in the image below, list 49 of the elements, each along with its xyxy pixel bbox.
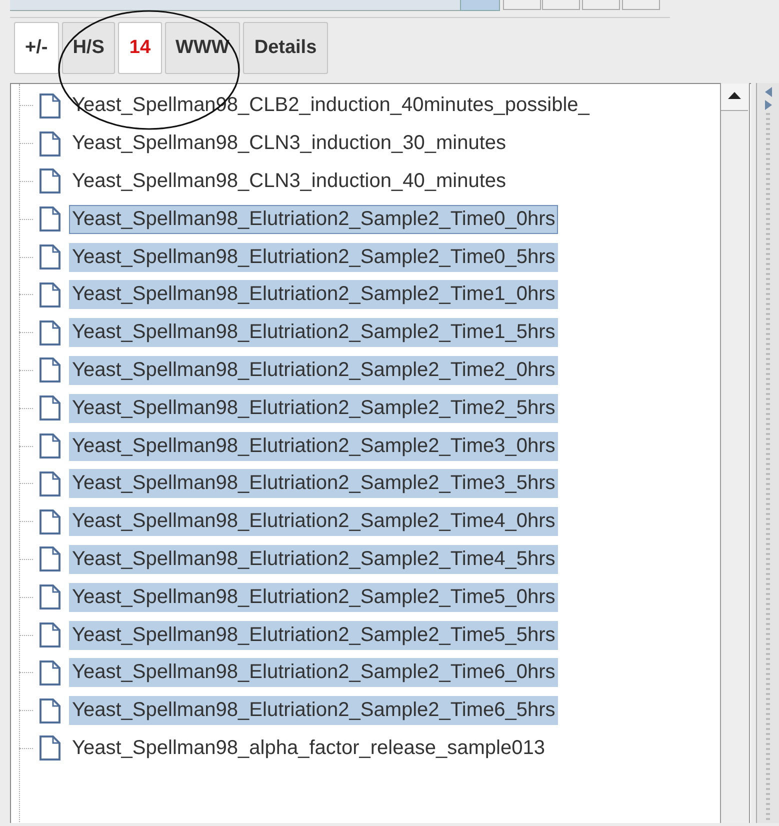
document-icon xyxy=(39,357,61,384)
toolbar-button[interactable]: WWW xyxy=(164,22,240,74)
tree-item[interactable]: Yeast_Spellman98_Elutriation2_Sample2_Time3_0hrs xyxy=(69,432,558,461)
tree-item[interactable]: Yeast_Spellman98_Elutriation2_Sample2_Time3_5hrs xyxy=(69,469,558,498)
document-icon xyxy=(39,282,61,308)
toolbar-button[interactable]: +/- xyxy=(14,22,59,74)
tree-item[interactable]: Yeast_Spellman98_CLN3_induction_40_minutes xyxy=(69,166,510,196)
tree-item[interactable]: Yeast_Spellman98_Elutriation2_Sample2_Time5_5hrs xyxy=(69,620,558,650)
document-icon xyxy=(39,470,61,497)
document-icon xyxy=(39,244,61,270)
document-icon xyxy=(39,168,61,194)
toolbar-button[interactable] xyxy=(622,0,660,10)
tree-item[interactable]: Yeast_Spellman98_Elutriation2_Sample2_Time4_0hrs xyxy=(69,507,558,536)
document-icon xyxy=(39,433,61,460)
splitter[interactable] xyxy=(756,83,779,823)
document-icon xyxy=(39,660,61,686)
splitter-arrows-icon[interactable] xyxy=(762,86,774,112)
toolbar-button[interactable] xyxy=(503,0,541,10)
toolbar-button[interactable] xyxy=(582,0,620,10)
document-icon xyxy=(39,92,61,119)
document-icon xyxy=(39,206,61,232)
tree-item[interactable]: Yeast_Spellman98_CLN3_induction_30_minutes xyxy=(69,129,510,158)
vertical-scrollbar[interactable] xyxy=(720,83,750,823)
scroll-thumb[interactable] xyxy=(460,0,500,11)
tree-item[interactable]: Yeast_Spellman98_Elutriation2_Sample2_Time0_5hrs xyxy=(69,242,558,272)
toolbar-button[interactable] xyxy=(542,0,580,10)
tree-item[interactable]: Yeast_Spellman98_alpha_factor_release_sample013 xyxy=(69,734,548,763)
document-icon xyxy=(39,395,61,422)
document-icon xyxy=(39,735,61,762)
tree-item[interactable]: Yeast_Spellman98_Elutriation2_Sample2_Time5_0hrs xyxy=(69,582,558,612)
splitter-grip[interactable] xyxy=(766,113,770,823)
document-icon xyxy=(39,508,61,535)
tree-item[interactable]: Yeast_Spellman98_Elutriation2_Sample2_Time4_5hrs xyxy=(69,544,558,574)
toolbar-button[interactable]: 14 xyxy=(118,22,162,74)
tree-item[interactable]: Yeast_Spellman98_Elutriation2_Sample2_Time6_5hrs xyxy=(69,696,558,726)
tree-item[interactable]: Yeast_Spellman98_Elutriation2_Sample2_Time1_0hrs xyxy=(69,280,558,310)
document-icon xyxy=(39,130,61,157)
toolbar-button[interactable]: Details xyxy=(243,22,328,74)
tree-item[interactable]: Yeast_Spellman98_Elutriation2_Sample2_Time2_5hrs xyxy=(69,394,558,423)
document-icon xyxy=(39,698,61,724)
document-icon xyxy=(39,546,61,572)
tree-item[interactable]: Yeast_Spellman98_Elutriation2_Sample2_Time6_0hrs xyxy=(69,658,558,688)
tree-item[interactable]: Yeast_Spellman98_Elutriation2_Sample2_Time1_5hrs xyxy=(69,318,558,348)
tree-item[interactable]: Yeast_Spellman98_Elutriation2_Sample2_Time0_0hrs xyxy=(69,204,558,234)
document-icon xyxy=(39,622,61,648)
document-icon xyxy=(39,584,61,610)
tree-item[interactable]: Yeast_Spellman98_Elutriation2_Sample2_Time2_0hrs xyxy=(69,356,558,385)
document-icon xyxy=(39,320,61,346)
toolbar-button[interactable]: H/S xyxy=(62,22,116,74)
